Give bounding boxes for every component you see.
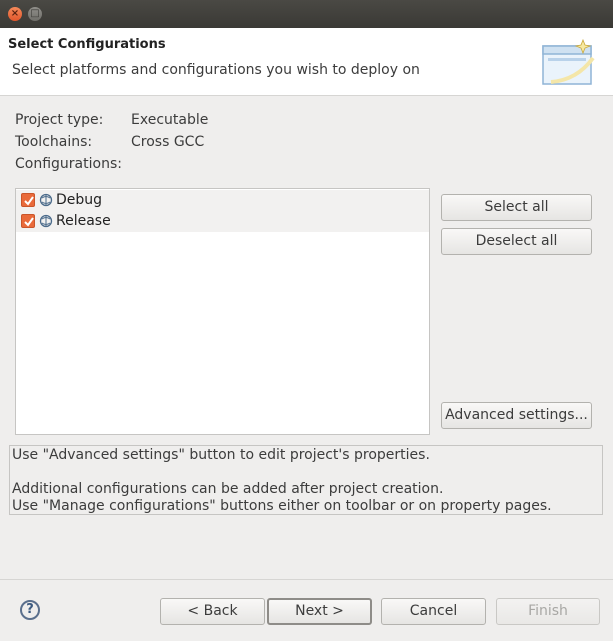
configuration-icon bbox=[39, 214, 53, 228]
advanced-settings-button[interactable]: Advanced settings... bbox=[441, 402, 592, 429]
toolchains-value: Cross GCC bbox=[131, 134, 205, 150]
toolchains-label: Toolchains: bbox=[15, 134, 93, 150]
configuration-icon bbox=[39, 193, 53, 207]
back-button[interactable]: < Back bbox=[160, 598, 265, 625]
footer-divider bbox=[0, 579, 613, 580]
list-item-label: Debug bbox=[56, 192, 103, 208]
window-titlebar: × □ bbox=[0, 0, 613, 28]
maximize-icon[interactable]: □ bbox=[28, 7, 42, 21]
message-line-3: Use "Manage configurations" buttons eith… bbox=[12, 498, 552, 514]
release-checkbox[interactable] bbox=[21, 214, 35, 228]
list-item[interactable]: Release bbox=[16, 211, 429, 232]
next-button[interactable]: Next > bbox=[267, 598, 372, 625]
page-title: Select Configurations bbox=[8, 37, 166, 52]
project-type-value: Executable bbox=[131, 112, 209, 128]
page-description: Select platforms and configurations you … bbox=[12, 62, 420, 78]
project-type-label: Project type: bbox=[15, 112, 104, 128]
select-all-button[interactable]: Select all bbox=[441, 194, 592, 221]
debug-checkbox[interactable] bbox=[21, 193, 35, 207]
info-message-box: Use "Advanced settings" button to edit p… bbox=[9, 445, 603, 515]
message-line-2: Additional configurations can be added a… bbox=[12, 481, 444, 497]
wizard-header: Select Configurations Select platforms a… bbox=[0, 28, 613, 96]
cancel-button[interactable]: Cancel bbox=[381, 598, 486, 625]
configurations-list[interactable]: Debug Release bbox=[15, 188, 430, 435]
close-icon[interactable]: × bbox=[8, 7, 22, 21]
finish-button[interactable]: Finish bbox=[496, 598, 600, 625]
wizard-banner-icon bbox=[542, 38, 595, 85]
deselect-all-button[interactable]: Deselect all bbox=[441, 228, 592, 255]
message-line-1: Use "Advanced settings" button to edit p… bbox=[12, 447, 430, 463]
help-icon[interactable]: ? bbox=[20, 600, 40, 620]
list-item-label: Release bbox=[56, 213, 111, 229]
configurations-label: Configurations: bbox=[15, 156, 122, 172]
list-item[interactable]: Debug bbox=[16, 190, 429, 211]
